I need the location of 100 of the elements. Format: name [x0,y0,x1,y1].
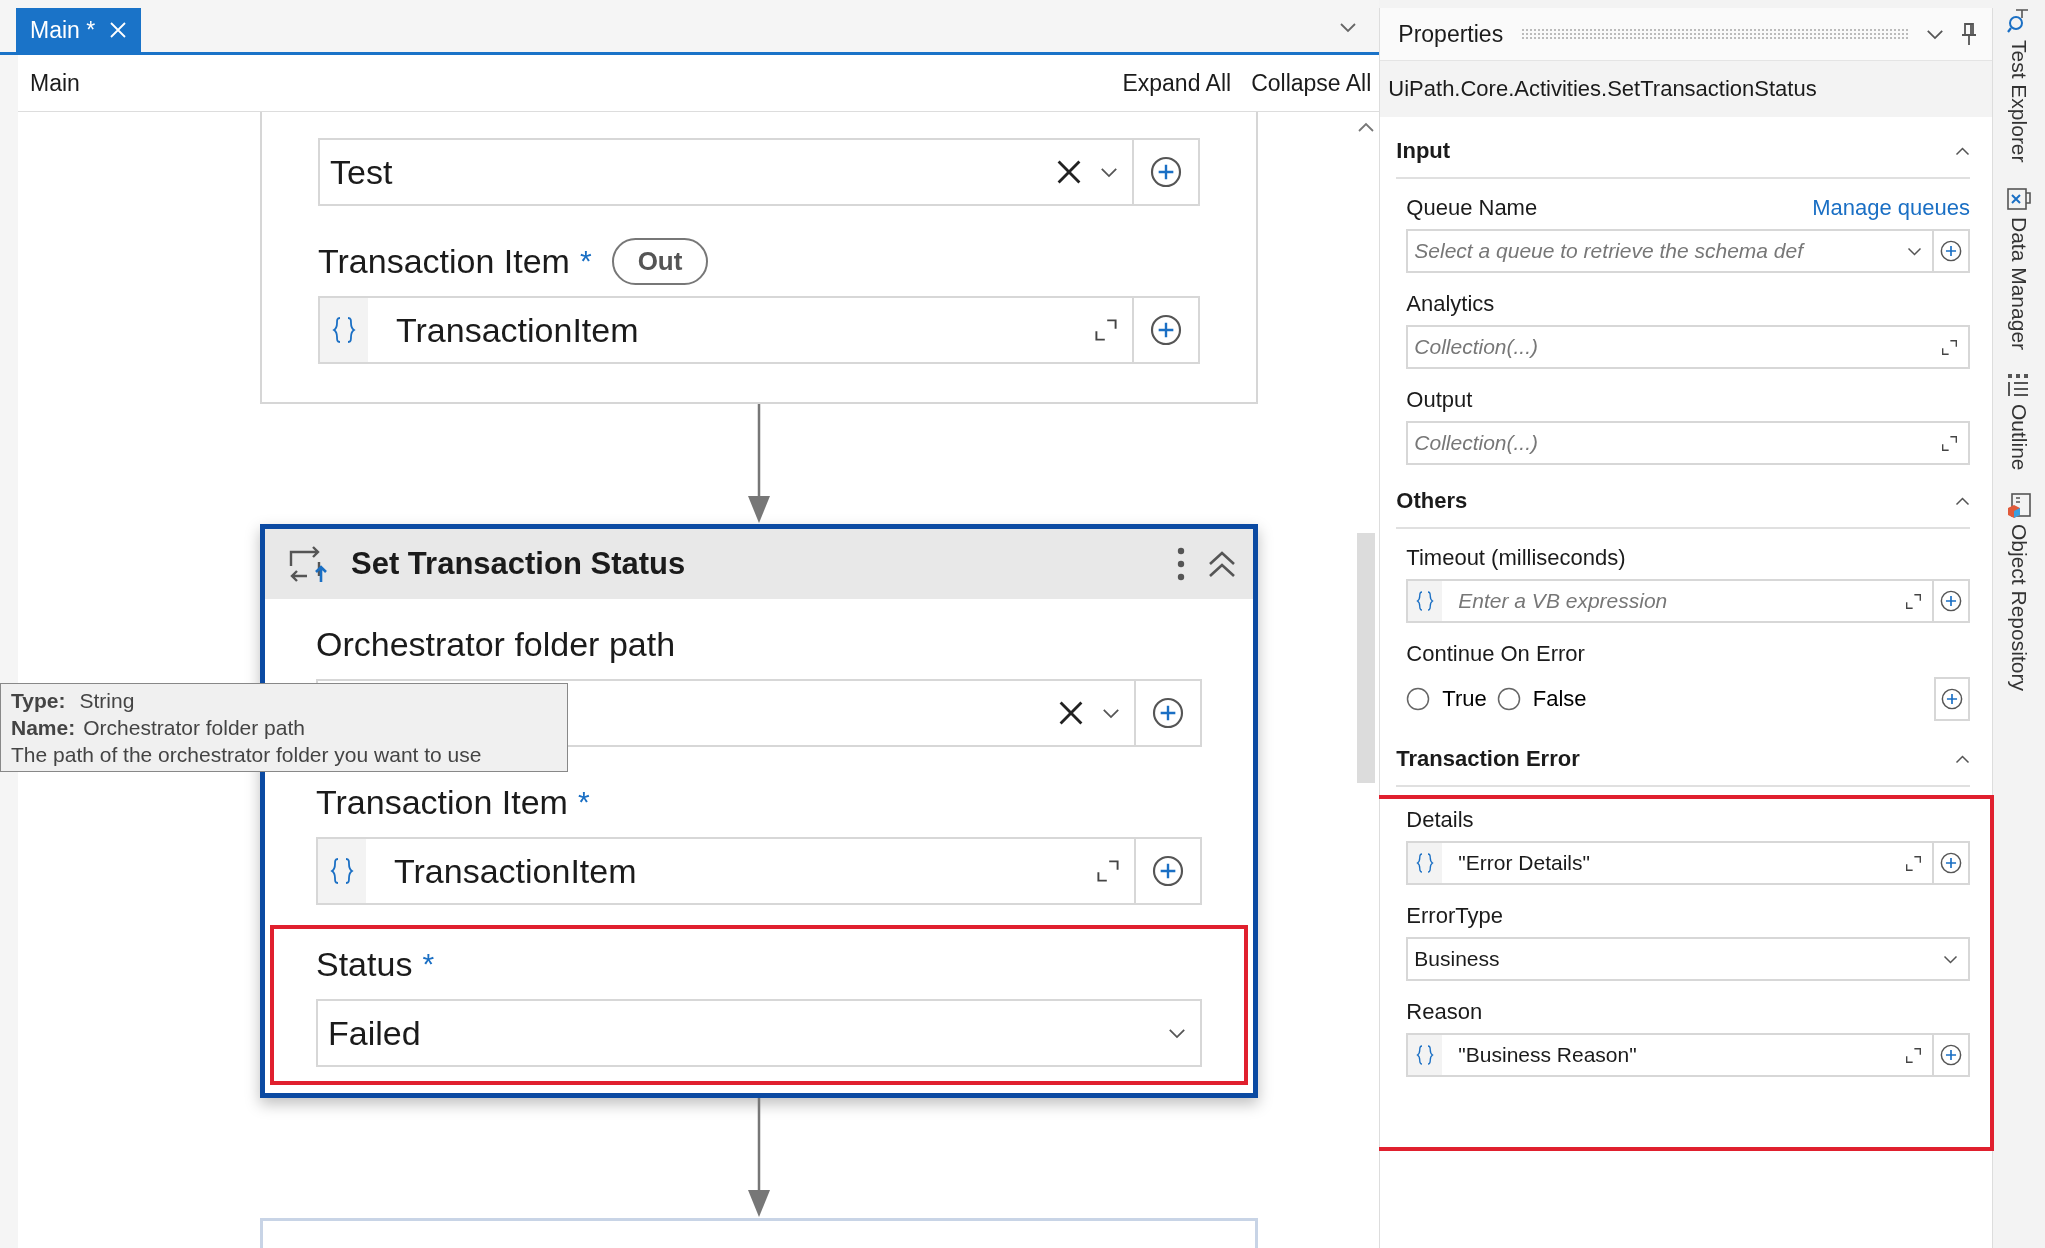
expand-icon[interactable] [1905,854,1923,872]
field-label: Reason [1406,999,1483,1025]
braces-icon [1416,590,1435,612]
expand-icon[interactable] [1094,318,1118,342]
required-mark: * [579,244,592,278]
add-button[interactable] [1134,138,1200,206]
field-value: TransactionItem [393,851,638,891]
add-button[interactable] [1934,579,1971,623]
manage-queues-link[interactable]: Manage queues [1812,195,1971,221]
field-placeholder: Collection(...) [1413,335,1540,359]
add-button[interactable] [1934,1033,1971,1077]
field-label: Status [316,944,413,984]
chevron-up-icon[interactable] [1955,754,1971,764]
add-icon [1150,156,1182,188]
add-icon [1940,240,1963,262]
expression-field[interactable]: "Error Details" [1406,841,1935,885]
field-label: Transaction Item [316,782,568,822]
document-tab[interactable]: Main * [16,8,142,52]
section-title[interactable]: Transaction Error [1396,746,1580,772]
add-icon [1152,697,1184,729]
field-placeholder: Enter a VB expression [1457,589,1669,613]
chevron-down-icon[interactable] [1907,246,1923,256]
add-button[interactable] [1934,841,1971,885]
braces-icon [1416,852,1435,874]
field-label: Timeout (milliseconds) [1406,545,1626,571]
add-icon [1940,852,1963,874]
add-button[interactable] [1934,677,1971,721]
braces-icon [1416,1044,1435,1066]
side-panel-tab[interactable]: Outline [2006,371,2032,471]
chevron-down-icon[interactable] [1943,954,1959,964]
expand-icon[interactable] [1096,859,1120,883]
expand-icon[interactable] [1905,592,1923,610]
side-panel-tab[interactable]: Test Explorer [2006,8,2032,163]
braces-icon [332,315,356,345]
expression-field[interactable]: TransactionItem [316,837,1136,905]
field-placeholder: Collection(...) [1413,431,1540,455]
radio-option[interactable]: False [1496,686,1587,712]
more-icon[interactable] [1177,547,1185,581]
chevron-down-icon[interactable] [1102,707,1120,719]
braces-icon [330,856,354,886]
section-title[interactable]: Input [1396,138,1451,164]
collapse-icon[interactable] [1207,550,1237,578]
dropdown-field[interactable]: Failed [316,999,1202,1067]
clear-icon[interactable] [1056,159,1082,185]
expression-field[interactable]: TransactionItem [318,296,1134,364]
combo-field[interactable]: Select a queue to retrieve the schema def [1406,229,1935,273]
expand-icon[interactable] [1905,1046,1923,1064]
combo-field[interactable]: Test [318,138,1134,206]
field-label: Details [1406,807,1474,833]
add-icon [1940,1044,1963,1066]
field-label: Continue On Error [1406,641,1585,667]
expand-icon[interactable] [1941,338,1959,356]
add-icon [1940,590,1963,612]
add-icon [1941,688,1964,710]
activity-card[interactable]: Test Transaction Item * Out TransactionItem [260,112,1258,404]
required-mark: * [422,947,435,981]
chevron-down-icon[interactable] [1926,28,1945,40]
chevron-up-icon[interactable] [1955,496,1971,506]
field-label: Queue Name [1406,195,1538,221]
expression-field[interactable]: Enter a VB expression [1406,579,1935,623]
side-panel-tab[interactable]: Data Manager [2006,184,2032,350]
field-value: Test [329,152,394,192]
chevron-up-icon[interactable] [1955,146,1971,156]
expand-icon[interactable] [1941,434,1959,452]
add-button[interactable] [1136,837,1202,905]
collection-field[interactable]: Collection(...) [1406,325,1971,369]
expression-field[interactable]: "Business Reason" [1406,1033,1935,1077]
activity-title: Set Transaction Status [351,546,687,582]
toolbar-button[interactable]: Expand All [1122,69,1232,97]
chevron-down-icon[interactable] [1168,1027,1186,1039]
add-button[interactable] [1136,679,1202,747]
side-panel-tab[interactable]: Object Repository [2006,492,2032,692]
radio-option[interactable]: True [1406,686,1487,712]
add-icon [1152,855,1184,887]
dropdown-field[interactable]: Business [1406,937,1971,981]
breadcrumb[interactable]: Main [30,69,80,97]
collection-field[interactable]: Collection(...) [1406,421,1971,465]
tooltip-value: String [79,688,135,714]
add-icon [1150,314,1182,346]
direction-badge: Out [611,237,709,285]
object-repository-icon [2006,492,2032,519]
tooltip-key: Name: [11,714,76,741]
scroll-up-icon[interactable] [1357,122,1376,133]
activity-type-name: UiPath.Core.Activities.SetTransactionStatus [1380,61,1993,117]
pin-icon[interactable] [1962,23,1977,45]
panel-title: Properties [1398,20,1504,48]
chevron-down-icon[interactable] [1100,166,1118,178]
toolbar-button[interactable]: Collapse All [1251,69,1372,97]
clear-icon[interactable] [1058,700,1084,726]
field-value: Failed [327,1013,422,1053]
chevron-down-icon[interactable] [1339,22,1358,33]
field-label: ErrorType [1406,903,1503,929]
tooltip-key: Type: [11,687,66,714]
drag-grip[interactable] [1521,28,1909,40]
close-icon[interactable] [109,21,128,39]
field-label: Output [1406,387,1473,413]
add-button[interactable] [1134,296,1200,364]
scrollbar-thumb[interactable] [1357,533,1376,783]
add-button[interactable] [1934,229,1971,273]
section-title[interactable]: Others [1396,488,1468,514]
